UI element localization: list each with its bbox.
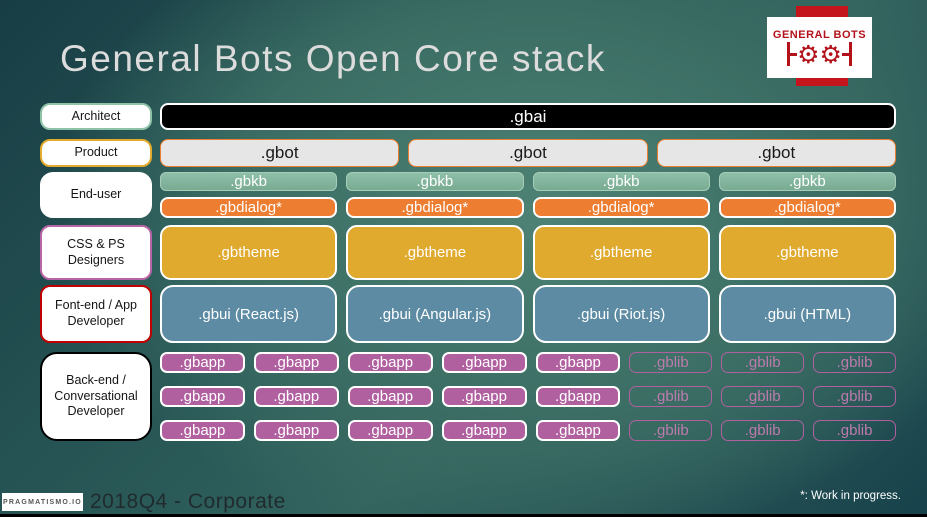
stack-diagram: Architect .gbai Product .gbot .gbot .gbo… <box>40 103 896 441</box>
pragmatismo-logo: PRAGMATISMO.IO <box>2 493 83 511</box>
gbkb-row: .gbkb .gbkb .gbkb .gbkb <box>160 172 896 191</box>
pragmatismo-logo-text: PRAGMATISMO.IO <box>3 498 82 506</box>
gbapp-block: .gbapp <box>347 420 433 441</box>
gbdialog-block: .gbdialog* <box>718 197 896 218</box>
label-backend: Back-end / Conversational Developer <box>40 352 152 441</box>
label-end-user: End-user <box>40 172 152 218</box>
label-designers: CSS & PS Designers <box>40 225 152 280</box>
gbapp-row: .gbapp .gbapp .gbapp .gbapp .gbapp .gbli… <box>160 420 896 441</box>
gbapp-block: .gbapp <box>441 386 527 407</box>
band-architect: Architect .gbai <box>40 103 896 130</box>
page-title: General Bots Open Core stack <box>60 38 606 79</box>
gbot-block: .gbot <box>160 139 400 167</box>
gbkb-block: .gbkb <box>160 172 338 191</box>
label-product: Product <box>40 139 152 167</box>
logo-right-tick <box>841 52 849 56</box>
slide: General Bots Open Core stack GENERAL BOT… <box>0 0 927 517</box>
gbdialog-block: .gbdialog* <box>160 197 338 218</box>
gbtheme-block: .gbtheme <box>160 225 338 280</box>
gbui-react-block: .gbui (React.js) <box>160 285 338 343</box>
gbdialog-row: .gbdialog* .gbdialog* .gbdialog* .gbdial… <box>160 197 896 218</box>
gbkb-block: .gbkb <box>532 172 710 191</box>
gblib-block: .gblib <box>721 386 805 407</box>
gear-icon: ⚙ <box>797 39 820 69</box>
band-backend-content: .gbapp .gbapp .gbapp .gbapp .gbapp .gbli… <box>160 352 896 441</box>
gear-icon: ⚙ ⚙ <box>787 42 852 67</box>
gbdialog-block: .gbdialog* <box>532 197 710 218</box>
band-architect-content: .gbai <box>160 103 896 130</box>
logo-left-tick <box>790 52 798 56</box>
gbapp-row: .gbapp .gbapp .gbapp .gbapp .gbapp .gbli… <box>160 386 896 407</box>
band-backend: Back-end / Conversational Developer .gba… <box>40 352 896 441</box>
gblib-block: .gblib <box>813 420 896 441</box>
band-frontend-content: .gbui (React.js) .gbui (Angular.js) .gbu… <box>160 285 896 343</box>
gbtheme-block: .gbtheme <box>718 225 896 280</box>
gbkb-block: .gbkb <box>346 172 524 191</box>
gblib-block: .gblib <box>813 352 896 373</box>
general-bots-logo: GENERAL BOTS ⚙ ⚙ <box>767 17 872 78</box>
band-product: Product .gbot .gbot .gbot <box>40 139 896 167</box>
gbapp-block: .gbapp <box>160 352 245 373</box>
footer-caption: 2018Q4 - Corporate <box>90 490 286 513</box>
gbot-block: .gbot <box>408 139 648 167</box>
gbui-riot-block: .gbui (Riot.js) <box>532 285 710 343</box>
gbtheme-block: .gbtheme <box>346 225 524 280</box>
gbapp-block: .gbapp <box>253 420 339 441</box>
gbkb-block: .gbkb <box>718 172 896 191</box>
band-end-user: End-user .gbkb .gbkb .gbkb .gbkb .gbdial… <box>40 172 896 218</box>
gbapp-block: .gbapp <box>441 352 527 373</box>
band-designers: CSS & PS Designers .gbtheme .gbtheme .gb… <box>40 225 896 280</box>
gbdialog-block: .gbdialog* <box>346 197 524 218</box>
label-architect: Architect <box>40 103 152 130</box>
label-frontend: Font-end / App Developer <box>40 285 152 343</box>
gblib-block: .gblib <box>721 352 805 373</box>
gblib-block: .gblib <box>629 386 713 407</box>
gbapp-row: .gbapp .gbapp .gbapp .gbapp .gbapp .gbli… <box>160 352 896 373</box>
gbapp-block: .gbapp <box>347 386 433 407</box>
gbui-angular-block: .gbui (Angular.js) <box>346 285 524 343</box>
gbapp-block: .gbapp <box>535 420 621 441</box>
band-product-content: .gbot .gbot .gbot <box>160 139 896 167</box>
gbot-block: .gbot <box>656 139 896 167</box>
gblib-block: .gblib <box>629 352 713 373</box>
gbapp-block: .gbapp <box>441 420 527 441</box>
gblib-block: .gblib <box>629 420 713 441</box>
gbapp-block: .gbapp <box>535 386 621 407</box>
gbapp-block: .gbapp <box>253 386 339 407</box>
gbtheme-block: .gbtheme <box>532 225 710 280</box>
work-in-progress-note: *: Work in progress. <box>800 490 901 502</box>
gbai-block: .gbai <box>160 103 896 130</box>
logo-right-bar <box>848 42 852 66</box>
band-frontend: Font-end / App Developer .gbui (React.js… <box>40 285 896 343</box>
band-end-user-content: .gbkb .gbkb .gbkb .gbkb .gbdialog* .gbdi… <box>160 172 896 218</box>
gbui-html-block: .gbui (HTML) <box>718 285 896 343</box>
gbapp-block: .gbapp <box>253 352 339 373</box>
gbapp-block: .gbapp <box>160 386 245 407</box>
gblib-block: .gblib <box>721 420 805 441</box>
gbapp-block: .gbapp <box>347 352 433 373</box>
gbapp-block: .gbapp <box>535 352 621 373</box>
gblib-block: .gblib <box>813 386 896 407</box>
logo-brand-text: GENERAL BOTS <box>772 28 867 41</box>
gbapp-block: .gbapp <box>160 420 245 441</box>
band-designers-content: .gbtheme .gbtheme .gbtheme .gbtheme <box>160 225 896 280</box>
gear-icon: ⚙ <box>819 39 842 69</box>
